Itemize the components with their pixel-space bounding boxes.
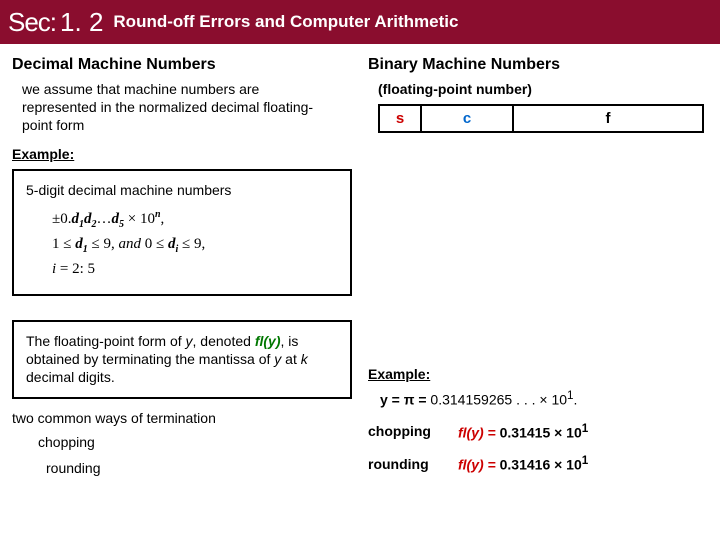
b: ≤ 9,: [88, 236, 115, 252]
chop: chopping: [368, 422, 458, 440]
sec-name: Round-off Errors and Computer Arithmetic: [113, 12, 458, 32]
decimal-heading: Decimal Machine Numbers: [12, 56, 352, 74]
title-bar: Sec: 1. 2 Round-off Errors and Computer …: [0, 0, 720, 44]
a: 1 ≤: [52, 236, 75, 252]
termination-line: two common ways of termination: [12, 409, 352, 427]
fp-diagram: s c f: [378, 104, 704, 133]
t2: × 10: [124, 211, 155, 227]
d1b: d1: [75, 236, 88, 252]
box1-line2: 1 ≤ d1 ≤ 9, and 0 ≤ di ≤ 9,: [52, 236, 338, 255]
c: 0 ≤: [145, 236, 168, 252]
rnd-val: fl(y) = 0.31416 × 101: [458, 454, 588, 473]
sec-label: Sec:: [8, 7, 56, 38]
rnd: rounding: [368, 455, 458, 473]
d1: d1: [71, 211, 84, 227]
rounding-label: rounding: [46, 459, 352, 477]
dot: .: [574, 392, 578, 408]
binary-heading: Binary Machine Numbers: [368, 56, 708, 74]
decimal-intro: we assume that machine numbers are repre…: [22, 80, 322, 135]
piv: 0.314159265 . . . × 10: [430, 392, 567, 408]
rounding-row: rounding fl(y) = 0.31416 × 101: [368, 454, 708, 473]
right-column: Binary Machine Numbers (floating-point n…: [368, 52, 708, 477]
and: and: [115, 236, 145, 252]
t: ±0.: [52, 211, 71, 227]
rng: = 2: 5: [56, 261, 95, 277]
example-label-left: Example:: [12, 145, 352, 163]
fp-sub: (floating-point number): [378, 80, 708, 98]
fp-c: c: [422, 106, 514, 131]
yeq: y = π =: [380, 392, 430, 408]
five-digit-box: 5-digit decimal machine numbers ±0.d1d2……: [12, 169, 352, 296]
fl-text: The floating-point form of y, denoted fl…: [26, 333, 308, 385]
box1-line3: i = 2: 5: [52, 261, 338, 278]
chop-val: fl(y) = 0.31415 × 101: [458, 422, 588, 441]
left-column: Decimal Machine Numbers we assume that m…: [12, 52, 352, 477]
box1-title: 5-digit decimal machine numbers: [26, 181, 338, 199]
comma: ,: [161, 211, 165, 227]
d2: d2: [84, 211, 97, 227]
y-pi-line: y = π = 0.314159265 . . . × 101.: [380, 389, 708, 408]
sec-number: 1. 2: [60, 7, 103, 38]
dots: …: [96, 211, 111, 227]
example-label-right: Example:: [368, 365, 708, 383]
box1-line1: ±0.d1d2…d5 × 10n,: [52, 209, 338, 230]
fp-f: f: [514, 106, 702, 131]
di: di: [168, 236, 178, 252]
content-row: Decimal Machine Numbers we assume that m…: [0, 44, 720, 485]
chopping-row: chopping fl(y) = 0.31415 × 101: [368, 422, 708, 441]
fp-s: s: [380, 106, 422, 131]
e: ≤ 9,: [178, 236, 205, 252]
d5: d5: [111, 211, 124, 227]
chopping-label: chopping: [38, 433, 352, 451]
fl-box: The floating-point form of y, denoted fl…: [12, 320, 352, 399]
